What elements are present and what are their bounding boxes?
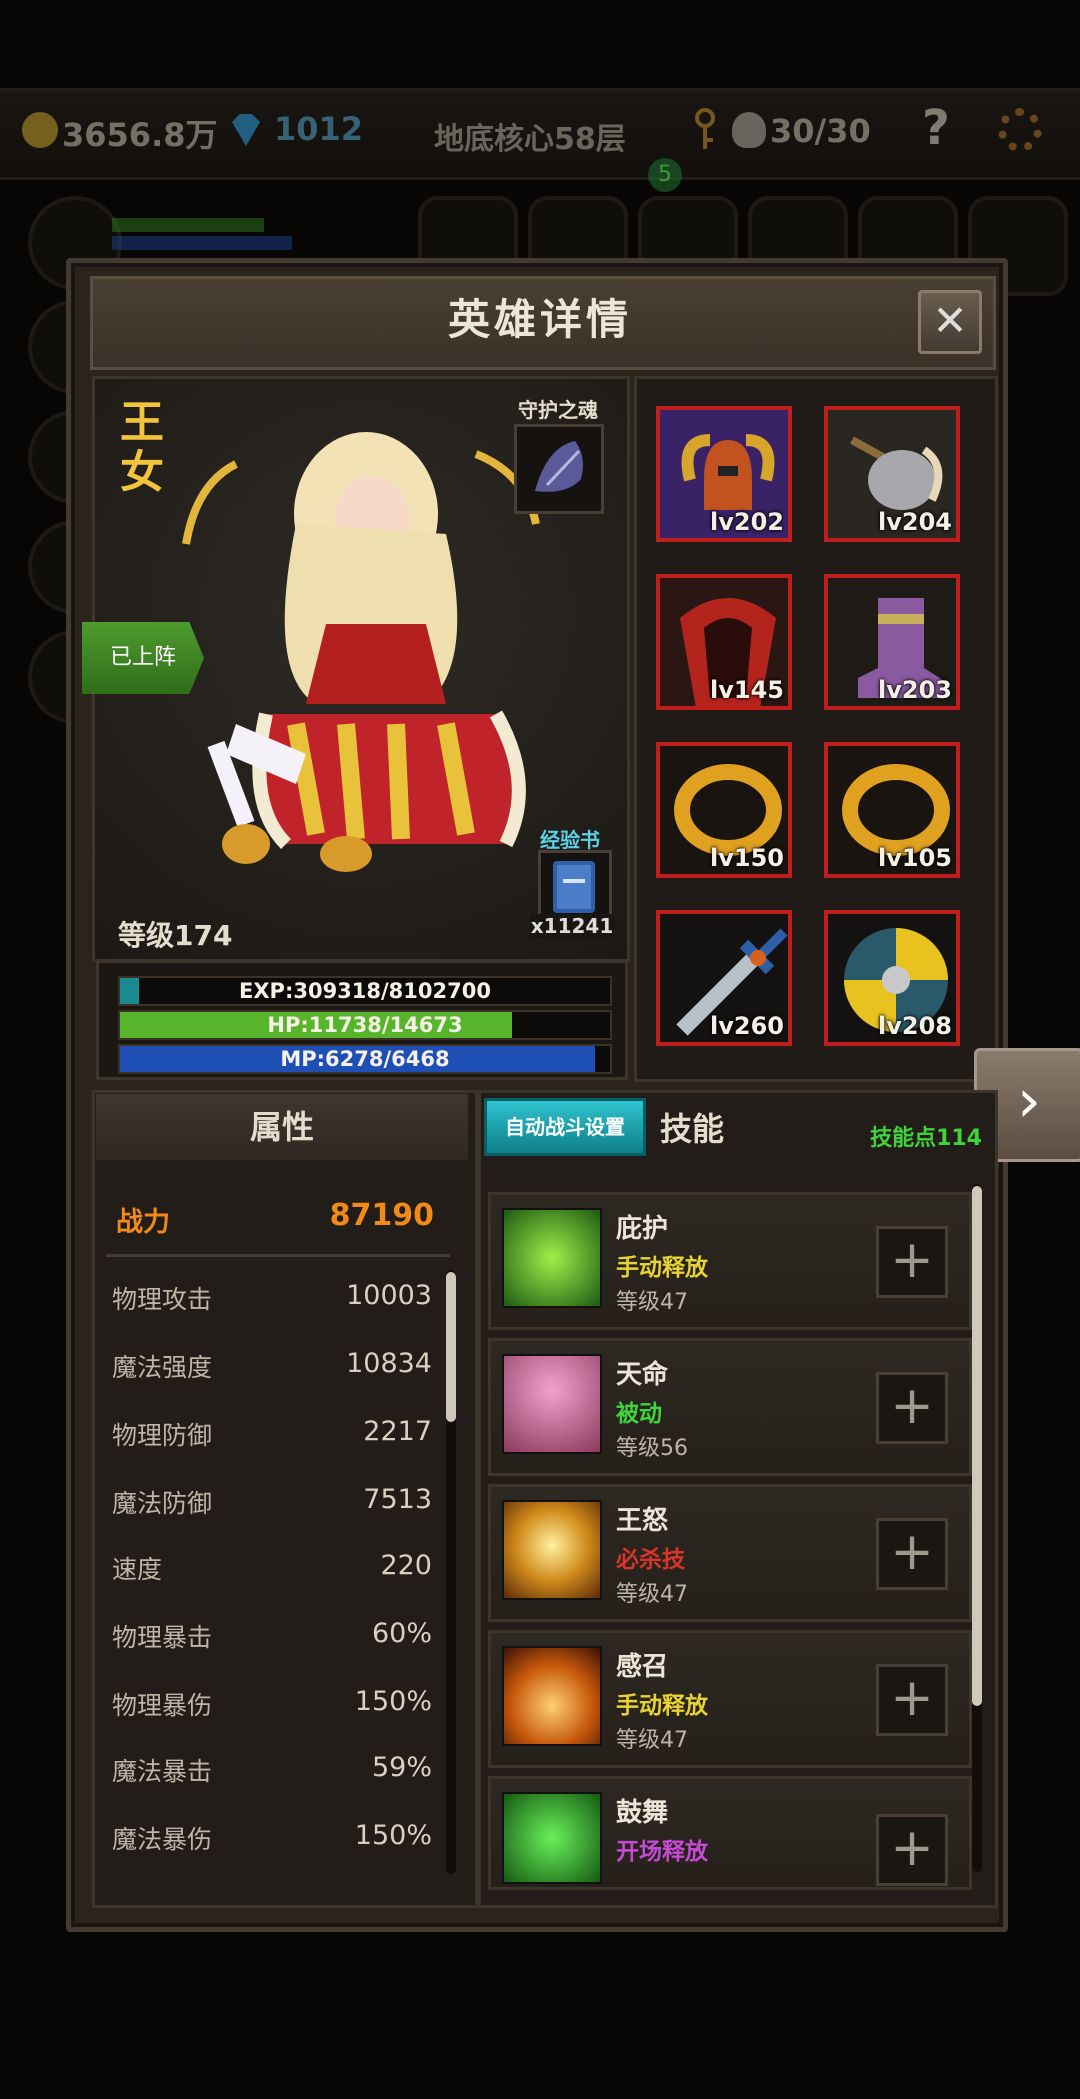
attr-label: 速度 bbox=[112, 1555, 163, 1584]
skill-level: 等级47 bbox=[616, 1290, 688, 1315]
equipment-level: lv150 bbox=[710, 844, 784, 872]
attr-label: 魔法防御 bbox=[112, 1489, 213, 1518]
attr-value: 7513 bbox=[363, 1484, 432, 1515]
attr-value: 10834 bbox=[346, 1348, 432, 1379]
attr-value: 60% bbox=[371, 1618, 432, 1649]
gem-amount: 1012 bbox=[274, 110, 364, 148]
gold-amount: 3656.8万 bbox=[62, 116, 218, 154]
skill-type: 被动 bbox=[616, 1401, 662, 1427]
equipment-level: lv202 bbox=[710, 508, 784, 536]
attr-label: 物理防御 bbox=[112, 1421, 213, 1450]
key-icon bbox=[690, 108, 720, 152]
attr-value: 150% bbox=[354, 1820, 432, 1851]
attr-value: 150% bbox=[354, 1686, 432, 1717]
gem-icon bbox=[226, 110, 266, 150]
attr-label: 魔法强度 bbox=[112, 1353, 213, 1382]
equipment-slot[interactable]: lv202 bbox=[656, 406, 792, 542]
skill-name: 庇护 bbox=[616, 1214, 669, 1244]
skill-type: 开场释放 bbox=[616, 1839, 708, 1865]
skill-type: 手动释放 bbox=[616, 1255, 708, 1281]
attr-label: 物理攻击 bbox=[112, 1285, 213, 1314]
guardian-soul-slot[interactable] bbox=[514, 424, 604, 514]
equipment-level: lv203 bbox=[878, 676, 952, 704]
exp-bar: EXP:309318/8102700 bbox=[118, 976, 612, 1006]
exp-text: EXP:309318/8102700 bbox=[239, 979, 491, 1003]
attr-label: 物理暴伤 bbox=[112, 1691, 213, 1720]
attr-label: 物理暴击 bbox=[112, 1623, 213, 1652]
summon-hand-icon bbox=[502, 1646, 602, 1746]
skill-points: 技能点114 bbox=[870, 1126, 982, 1151]
equipment-slot[interactable]: lv150 bbox=[656, 742, 792, 878]
attributes-title: 属性 bbox=[249, 1108, 314, 1146]
exp-book-label: 经验书 bbox=[540, 828, 600, 852]
exp-book-count: x11241 bbox=[530, 914, 614, 938]
skill-upgrade-button[interactable]: + bbox=[876, 1814, 948, 1886]
background-green-bar bbox=[112, 218, 264, 232]
skill-name: 天命 bbox=[616, 1360, 669, 1390]
equipment-slot[interactable]: lv204 bbox=[824, 406, 960, 542]
skill-name: 鼓舞 bbox=[616, 1798, 669, 1828]
destiny-figure-icon bbox=[502, 1354, 602, 1454]
skull-icon bbox=[732, 112, 766, 148]
skills-title: 技能 bbox=[660, 1110, 725, 1148]
attr-value: 220 bbox=[380, 1550, 432, 1581]
equipment-slot[interactable]: lv208 bbox=[824, 910, 960, 1046]
skill-upgrade-button[interactable]: + bbox=[876, 1226, 948, 1298]
combat-power-value: 87190 bbox=[329, 1198, 434, 1233]
skill-upgrade-button[interactable]: + bbox=[876, 1664, 948, 1736]
equipment-slot[interactable]: lv260 bbox=[656, 910, 792, 1046]
skill-level: 等级47 bbox=[616, 1582, 688, 1607]
hero-portrait bbox=[176, 424, 556, 884]
dialog-title: 英雄详情 bbox=[447, 295, 632, 344]
hp-text: HP:11738/14673 bbox=[267, 1013, 463, 1037]
crow-icon bbox=[535, 441, 583, 492]
royal-wrath-icon bbox=[502, 1500, 602, 1600]
equipment-level: lv145 bbox=[710, 676, 784, 704]
keys-count: 30/30 bbox=[770, 112, 871, 150]
skill-upgrade-button[interactable]: + bbox=[876, 1518, 948, 1590]
skills-scrollbar-thumb[interactable] bbox=[972, 1186, 982, 1706]
skill-level: 等级56 bbox=[616, 1436, 688, 1461]
equipment-slot[interactable]: lv145 bbox=[656, 574, 792, 710]
attr-value: 10003 bbox=[346, 1280, 432, 1311]
equipment-slot[interactable]: lv203 bbox=[824, 574, 960, 710]
attributes-scrollbar-thumb[interactable] bbox=[446, 1272, 456, 1422]
auto-battle-settings-button[interactable]: 自动战斗设置 bbox=[484, 1098, 646, 1156]
equipment-level: lv260 bbox=[710, 1012, 784, 1040]
skill-type: 手动释放 bbox=[616, 1693, 708, 1719]
close-button[interactable]: ✕ bbox=[918, 290, 982, 354]
combat-power-label: 战力 bbox=[116, 1207, 170, 1238]
gold-coin-icon bbox=[22, 112, 58, 148]
equipment-slot[interactable]: lv105 bbox=[824, 742, 960, 878]
mp-text: MP:6278/6468 bbox=[280, 1047, 450, 1071]
help-button[interactable]: ? bbox=[922, 100, 950, 156]
divider bbox=[106, 1254, 450, 1257]
mp-bar: MP:6278/6468 bbox=[118, 1044, 612, 1074]
inspire-icon bbox=[502, 1792, 602, 1884]
attr-label: 魔法暴击 bbox=[112, 1757, 213, 1786]
settings-gear-icon[interactable] bbox=[998, 108, 1042, 152]
skill-upgrade-button[interactable]: + bbox=[876, 1372, 948, 1444]
background-blue-bar bbox=[112, 236, 292, 250]
hp-bar: HP:11738/14673 bbox=[118, 1010, 612, 1040]
location-label: 地底核心58层 bbox=[434, 122, 626, 157]
book-icon bbox=[553, 861, 595, 913]
shield-light-icon bbox=[502, 1208, 602, 1308]
skill-type: 必杀技 bbox=[616, 1547, 685, 1573]
skill-level: 等级47 bbox=[616, 1728, 688, 1753]
skill-name: 感召 bbox=[616, 1652, 669, 1682]
skill-name: 王怒 bbox=[616, 1506, 669, 1536]
guardian-soul-label: 守护之魂 bbox=[518, 398, 598, 422]
equipment-level: lv208 bbox=[878, 1012, 952, 1040]
attr-label: 魔法暴伤 bbox=[112, 1825, 213, 1854]
attr-value: 59% bbox=[371, 1752, 432, 1783]
equipment-level: lv105 bbox=[878, 844, 952, 872]
notification-badge: 5 bbox=[648, 158, 682, 192]
deployed-tag: 已上阵 bbox=[82, 622, 204, 694]
hero-level: 等级174 bbox=[118, 919, 233, 952]
hero-name: 王女 bbox=[120, 397, 164, 498]
attr-value: 2217 bbox=[363, 1416, 432, 1447]
equipment-level: lv204 bbox=[878, 508, 952, 536]
exp-book-slot[interactable] bbox=[538, 850, 612, 924]
